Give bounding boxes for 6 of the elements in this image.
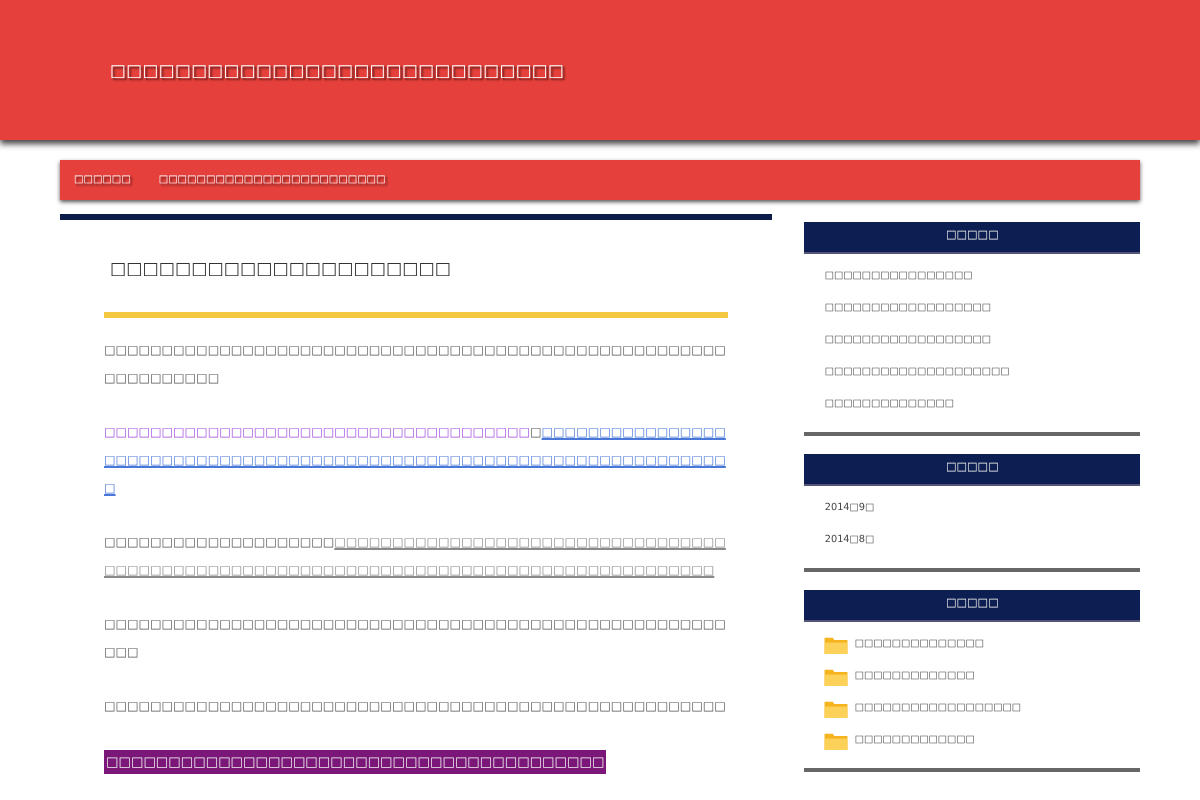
folder-icon [824, 667, 849, 685]
folder-icon [824, 635, 849, 653]
site-title[interactable]: □□□□□□□□□□□□□□□□□□□□□□□□□□□□ [110, 60, 565, 80]
folder-icon [824, 699, 849, 717]
folder-icon [824, 731, 849, 749]
article-title: □□□□□□□□□□□□□□□□□□□□□ [110, 260, 454, 280]
